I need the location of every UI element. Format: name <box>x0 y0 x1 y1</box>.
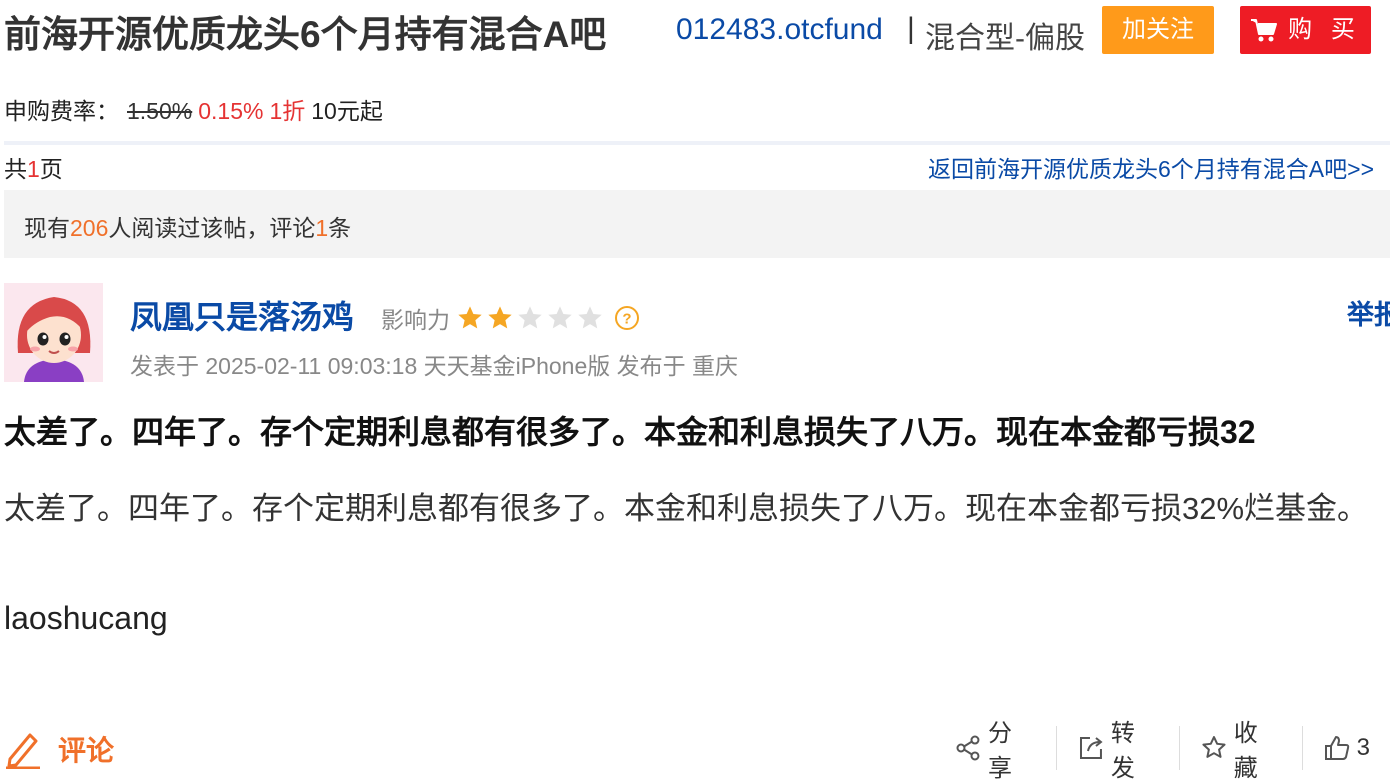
divider <box>4 141 1390 145</box>
action-bar: 分享 转发 收藏 3 <box>954 720 1390 782</box>
star-icon <box>548 306 572 329</box>
cart-icon <box>1251 19 1278 42</box>
like-icon <box>1324 736 1349 760</box>
comment-count: 1 <box>315 215 329 241</box>
stats-text: 现有206人阅读过该帖，评论1条 <box>24 209 351 243</box>
svg-text:?: ? <box>622 311 631 328</box>
influence-label: 影响力 <box>381 307 450 333</box>
post-meta: 发表于 2025-02-11 09:03:18 天天基金iPhone版 发布于 … <box>130 353 739 379</box>
buy-button[interactable]: 购 买 <box>1240 6 1371 54</box>
stats-prefix: 现有 <box>24 215 70 241</box>
page-count: 共1页 <box>4 150 63 184</box>
author-name[interactable]: 凤凰只是落汤鸡 <box>130 292 354 338</box>
fee-row: 申购费率： 1.50% 0.15% 1折 10元起 <box>4 92 383 126</box>
influence-rating: 影响力 ? <box>381 301 640 335</box>
influence-stars <box>456 304 606 332</box>
post-signature: laoshucang <box>4 600 168 636</box>
buy-label: 购 买 <box>1288 16 1361 43</box>
star-icon <box>518 306 542 329</box>
like-count: 3 <box>1356 734 1370 761</box>
repost-icon <box>1079 737 1103 759</box>
repost-button[interactable]: 转发 <box>1057 720 1179 782</box>
back-to-bar-link[interactable]: 返回前海开源优质龙头6个月持有混合A吧>> <box>928 150 1374 184</box>
star-icon <box>488 306 512 329</box>
fee-discount: 1折 <box>269 98 306 124</box>
stats-middle: 人阅读过该帖，评论 <box>108 215 316 241</box>
share-icon <box>956 735 980 761</box>
pen-icon <box>6 733 40 769</box>
favorite-label: 收藏 <box>1233 720 1258 782</box>
share-button[interactable]: 分享 <box>954 720 1056 782</box>
bar-title[interactable]: 前海开源优质龙头6个月持有混合A吧 <box>4 4 606 58</box>
comment-button[interactable]: 评论 <box>4 729 114 769</box>
page-count-suffix: 页 <box>39 156 63 182</box>
post-title: 太差了。四年了。存个定期利息都有很多了。本金和利息损失了八万。现在本金都亏损32 <box>4 414 1256 450</box>
page-count-prefix: 共 <box>4 156 27 182</box>
header-separator: | <box>907 12 915 45</box>
avatar[interactable] <box>4 283 103 382</box>
share-label: 分享 <box>987 720 1012 782</box>
repost-label: 转发 <box>1110 720 1135 782</box>
fee-discounted: 0.15% <box>198 98 264 124</box>
like-button[interactable]: 3 <box>1303 726 1390 770</box>
fund-type: 混合型-偏股 <box>925 22 1085 55</box>
avatar-image <box>4 283 103 382</box>
favorite-icon <box>1202 736 1226 758</box>
page-count-number: 1 <box>27 156 40 182</box>
fee-minimum: 10元起 <box>311 98 383 124</box>
fee-original: 1.50% <box>127 98 193 124</box>
favorite-button[interactable]: 收藏 <box>1180 720 1302 782</box>
post-body: 太差了。四年了。存个定期利息都有很多了。本金和利息损失了八万。现在本金都亏损32… <box>4 491 1369 526</box>
comment-label: 评论 <box>58 735 115 766</box>
fund-code-link[interactable]: 012483.otcfund <box>676 13 883 47</box>
report-link[interactable]: 举报 <box>1347 293 1390 332</box>
follow-button[interactable]: 加关注 <box>1102 6 1214 54</box>
star-icon <box>578 306 602 329</box>
fee-label: 申购费率： <box>4 98 119 124</box>
reader-count: 206 <box>70 215 109 241</box>
help-icon[interactable]: ? <box>614 305 640 331</box>
stats-suffix: 条 <box>328 215 352 241</box>
star-icon <box>458 306 482 329</box>
